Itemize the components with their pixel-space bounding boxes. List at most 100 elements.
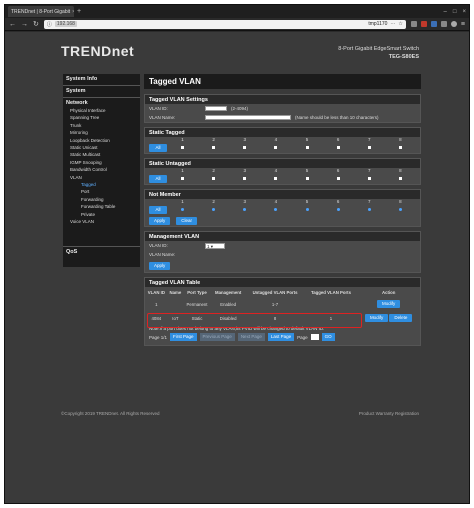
- col-name: Name: [169, 289, 182, 295]
- modify-button[interactable]: Modify: [364, 314, 389, 322]
- port-checkbox[interactable]: [181, 146, 185, 149]
- vlan-table: VLAN ID Name Port Type Management Untagg…: [145, 287, 420, 325]
- port-radio[interactable]: [243, 208, 247, 211]
- table-row: 1 Permanent Enabled 1-7 Modify: [145, 297, 420, 311]
- sidebar-item[interactable]: Private: [66, 211, 137, 218]
- sidebar-item[interactable]: Static Multicast: [66, 151, 137, 158]
- cell-action: Modify: [357, 297, 420, 311]
- all-button[interactable]: All: [149, 205, 167, 214]
- port-checkbox[interactable]: [212, 177, 216, 180]
- sidebar-item[interactable]: Tagged: [66, 181, 137, 188]
- close-window-icon[interactable]: ×: [462, 9, 466, 15]
- all-button[interactable]: All: [149, 143, 167, 152]
- port-checkbox[interactable]: [336, 146, 340, 149]
- sidebar-item[interactable]: Port: [66, 188, 137, 195]
- extension-icon[interactable]: [440, 21, 447, 27]
- sidebar-system[interactable]: System: [63, 86, 140, 98]
- dots-icon[interactable]: ⋯: [390, 21, 395, 27]
- port-checkbox[interactable]: [181, 177, 185, 180]
- menu-icon[interactable]: ≡: [461, 21, 465, 28]
- next-page-button[interactable]: Next Page: [237, 333, 265, 341]
- bookmark-star-icon[interactable]: ☆: [398, 21, 402, 27]
- port-number: 8: [399, 199, 402, 204]
- maximize-icon[interactable]: □: [453, 9, 457, 15]
- port-checkbox[interactable]: [398, 177, 402, 180]
- url-right-text: tmp1170: [368, 21, 388, 27]
- footer-links[interactable]: Product Warranty Registration: [359, 411, 419, 416]
- back-icon[interactable]: ←: [9, 21, 16, 28]
- new-tab-icon[interactable]: +: [77, 8, 81, 15]
- port-checkbox[interactable]: [212, 146, 216, 149]
- sidebar-item[interactable]: Trunk: [66, 122, 137, 129]
- sidebar-qos[interactable]: QoS: [63, 247, 140, 267]
- port-checkbox[interactable]: [243, 177, 247, 180]
- sidebar-item[interactable]: Forwarding: [66, 196, 137, 203]
- vlan-name-row: VLAN Name: (Name should be less than 10 …: [145, 113, 420, 122]
- url-bar[interactable]: ⓘ 192.168 tmp1170 ⋯ ☆: [43, 19, 406, 29]
- clear-button[interactable]: Clear: [176, 216, 198, 225]
- sidebar-item[interactable]: IGMP Snooping: [66, 159, 137, 166]
- port-checkbox[interactable]: [367, 177, 371, 180]
- forward-icon[interactable]: →: [21, 21, 28, 28]
- sidebar-item[interactable]: Mirroring: [66, 129, 137, 136]
- close-tab-icon[interactable]: ×: [72, 9, 74, 15]
- all-button[interactable]: All: [149, 174, 167, 183]
- cell-tagged: 1: [329, 315, 333, 321]
- port-radio[interactable]: [398, 208, 402, 211]
- port-checkbox[interactable]: [243, 146, 247, 149]
- sidebar-network-title[interactable]: Network: [66, 100, 137, 106]
- info-icon[interactable]: ⓘ: [47, 21, 52, 28]
- sidebar-item[interactable]: Bandwidth Control: [66, 166, 137, 173]
- sidebar-item[interactable]: Spanning Tree: [66, 114, 137, 121]
- port-radio[interactable]: [305, 208, 309, 211]
- account-icon[interactable]: [450, 21, 457, 27]
- port-radio[interactable]: [367, 208, 371, 211]
- first-page-button[interactable]: First Page: [170, 333, 197, 341]
- cell-management: Disabled: [219, 315, 237, 321]
- product-info: 8-Port Gigabit EdgeSmart Switch TEG-S80E…: [338, 45, 419, 61]
- port-checkbox[interactable]: [305, 177, 309, 180]
- sidebar-item[interactable]: VLAN: [66, 174, 137, 181]
- minimize-icon[interactable]: –: [444, 9, 447, 15]
- port-radio[interactable]: [274, 208, 278, 211]
- sidebar-item[interactable]: Loopback Detection: [66, 137, 137, 144]
- port-checkbox[interactable]: [336, 177, 340, 180]
- sidebar-system-info[interactable]: System Info: [63, 74, 140, 86]
- extension-icon[interactable]: [430, 21, 437, 27]
- mgmt-apply-button[interactable]: Apply: [149, 261, 171, 270]
- port-cell: [292, 207, 323, 212]
- section-header: Static Untagged: [145, 159, 420, 168]
- mgmt-vlan-id-select[interactable]: 1 ▾: [205, 242, 225, 249]
- port-checkbox[interactable]: [367, 146, 371, 149]
- port-radio[interactable]: [336, 208, 340, 211]
- port-checkbox[interactable]: [274, 146, 278, 149]
- port-cell: [260, 176, 291, 181]
- apply-button[interactable]: Apply: [149, 216, 171, 225]
- port-number: 3: [243, 199, 247, 204]
- port-radio[interactable]: [212, 208, 216, 211]
- port-checkbox[interactable]: [274, 177, 278, 180]
- go-button[interactable]: GO: [321, 333, 335, 341]
- page-input[interactable]: [310, 334, 319, 340]
- previous-page-button[interactable]: Previous Page: [199, 333, 235, 341]
- extension-icon[interactable]: [420, 21, 427, 27]
- extension-icon[interactable]: [410, 21, 417, 27]
- port-radio[interactable]: [181, 208, 185, 211]
- port-checkbox[interactable]: [305, 146, 309, 149]
- last-page-button[interactable]: Last Page: [267, 333, 295, 341]
- browser-tab[interactable]: TRENDnet | 8-Port Gigabit ×: [8, 6, 74, 17]
- vlan-name-input[interactable]: [205, 115, 291, 120]
- port-number: 5: [305, 199, 309, 204]
- sidebar-item[interactable]: Forwarding Table: [66, 203, 137, 210]
- sidebar-item[interactable]: Voice VLAN: [66, 218, 137, 225]
- port-checkbox[interactable]: [398, 146, 402, 149]
- port-cell: [354, 207, 385, 212]
- sidebar-item[interactable]: Physical Interface: [66, 107, 137, 114]
- sidebar-item[interactable]: Static Unicast: [66, 144, 137, 151]
- vlan-id-input[interactable]: [205, 106, 227, 111]
- delete-button[interactable]: Delete: [389, 314, 413, 322]
- reload-icon[interactable]: ↻: [33, 20, 39, 28]
- modify-button[interactable]: Modify: [377, 300, 401, 308]
- static-untagged-checkboxes: All: [145, 173, 420, 184]
- static-tagged-section: Static Tagged 1 2 3 4 5 6 7 8 All: [144, 127, 421, 154]
